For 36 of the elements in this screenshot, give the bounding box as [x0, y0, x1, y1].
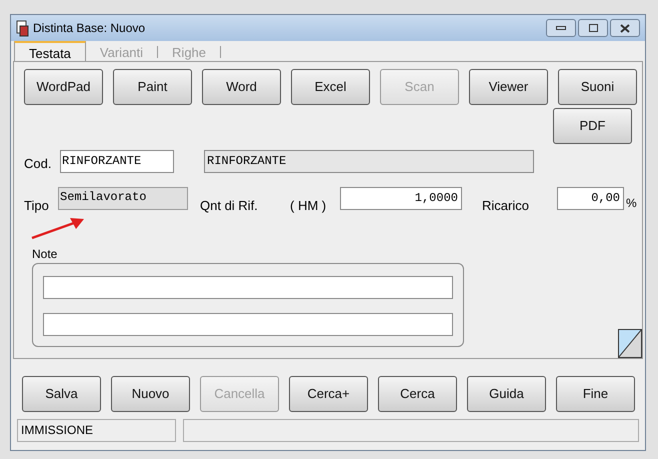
toolbar-button[interactable]: Suoni — [558, 69, 637, 105]
note-field[interactable] — [43, 276, 453, 299]
close-button[interactable] — [610, 19, 640, 37]
toolbar-button[interactable]: PDF — [553, 108, 632, 144]
description-field: RINFORZANTE — [204, 150, 534, 172]
toolbar-button[interactable]: Fine — [556, 376, 635, 412]
markup-field[interactable]: 0,00 — [557, 187, 624, 210]
window-title: Distinta Base: Nuovo — [33, 20, 146, 37]
note-field[interactable] — [43, 313, 453, 336]
code-field[interactable]: RINFORZANTE — [60, 150, 174, 172]
toolbar-button[interactable]: Word — [202, 69, 281, 105]
percent-label: % — [626, 195, 637, 212]
field-label: Qnt di Rif. — [200, 197, 259, 215]
toolbar-button[interactable]: Nuovo — [111, 376, 190, 412]
field-label: Cod. — [24, 155, 52, 174]
toolbar-button[interactable]: WordPad — [24, 69, 103, 105]
toolbar-button[interactable]: Salva — [22, 376, 101, 412]
toolbar-button[interactable]: Guida — [467, 376, 546, 412]
tab[interactable]: Testata — [14, 41, 86, 61]
toolbar-button[interactable]: Cerca+ — [289, 376, 368, 412]
app-icon — [16, 20, 29, 36]
toolbar-button[interactable]: Excel — [291, 69, 370, 105]
field-label: Ricarico — [482, 197, 530, 215]
status-mode: IMMISSIONE — [17, 419, 176, 442]
toolbar-button[interactable]: Paint — [113, 69, 192, 105]
resize-corner-icon — [618, 329, 642, 358]
unit-label: ( HM ) — [290, 197, 328, 215]
toolbar-button[interactable]: Viewer — [469, 69, 548, 105]
toolbar-button[interactable]: Cerca — [378, 376, 457, 412]
field-label: Note — [32, 247, 58, 261]
minimize-button[interactable] — [546, 19, 576, 37]
type-field: Semilavorato — [58, 187, 188, 210]
maximize-button[interactable] — [578, 19, 608, 37]
field-label: Tipo — [24, 197, 50, 215]
quantity-field[interactable]: 1,0000 — [340, 187, 462, 210]
close-icon — [620, 24, 630, 32]
